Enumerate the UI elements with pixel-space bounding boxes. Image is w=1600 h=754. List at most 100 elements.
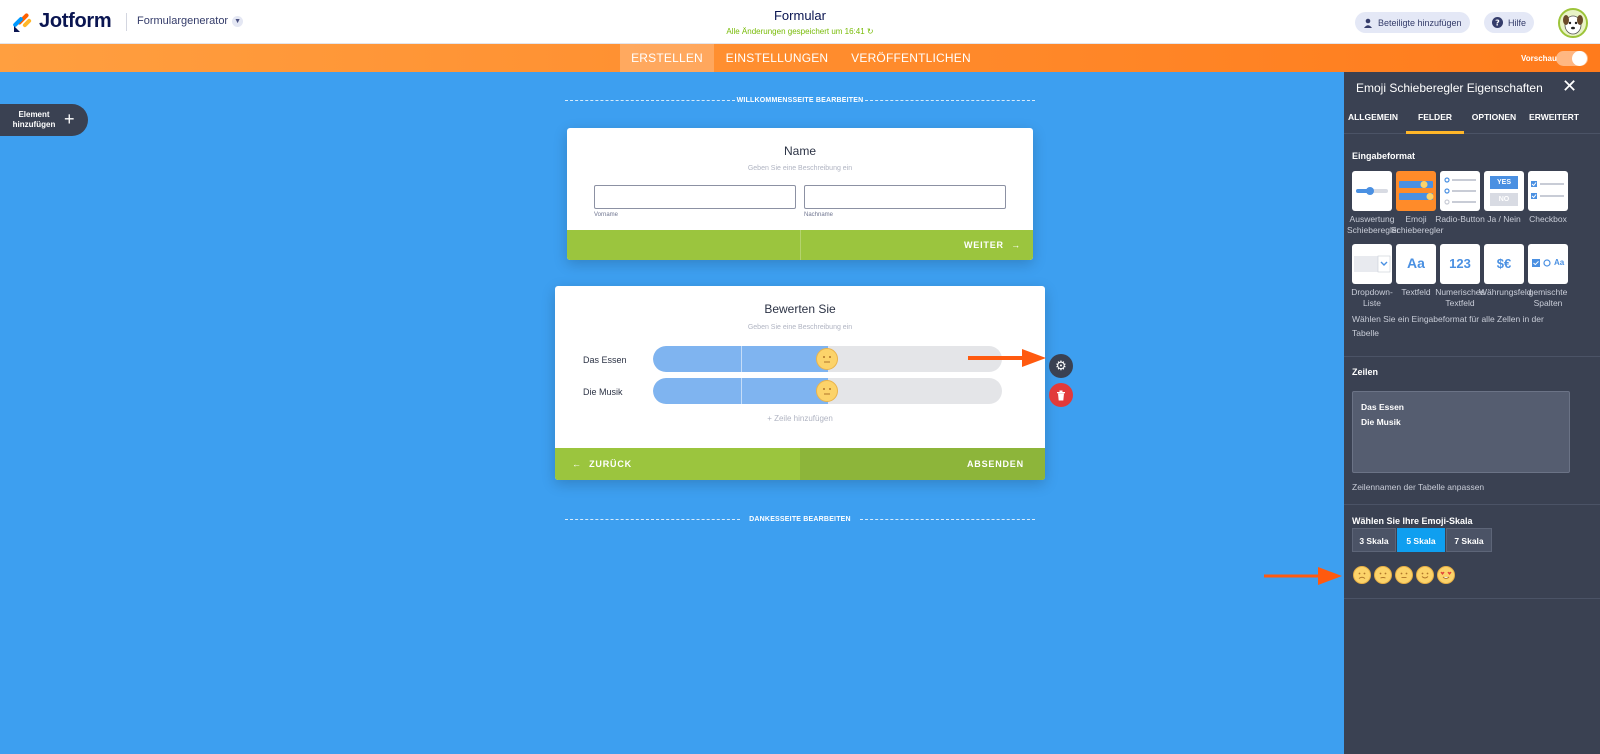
format-label-textfield: Textfeld bbox=[1401, 287, 1431, 297]
add-participants-button[interactable]: Beteiligte hinzufügen bbox=[1355, 12, 1470, 33]
thanks-divider-left bbox=[565, 519, 740, 520]
format-label-currency: Währungsfeld bbox=[1479, 287, 1532, 297]
emoji-slider-music[interactable] bbox=[653, 378, 1002, 404]
radio-mini-icon bbox=[1543, 258, 1551, 267]
arrow-left-icon: ← bbox=[572, 459, 582, 469]
rating-question-description[interactable]: Geben Sie eine Beschreibung ein bbox=[555, 324, 1045, 331]
tab-fields[interactable]: FELDER bbox=[1406, 102, 1464, 134]
trash-icon bbox=[1057, 390, 1065, 400]
help-button[interactable]: ? Hilfe bbox=[1484, 12, 1535, 33]
panel-divider bbox=[1344, 598, 1600, 599]
tab-general[interactable]: ALLGEMEIN bbox=[1344, 102, 1402, 134]
tab-advanced[interactable]: ERWEITERT bbox=[1524, 102, 1584, 134]
form-title[interactable]: Formular bbox=[700, 8, 900, 23]
panel-header: Emoji Schieberegler Eigenschaften ✕ bbox=[1344, 72, 1600, 102]
format-textfield[interactable]: Aa bbox=[1396, 244, 1436, 284]
delete-field-button[interactable] bbox=[1049, 383, 1073, 407]
gear-icon: ⚙ bbox=[1055, 358, 1067, 373]
form-generator-dropdown[interactable]: Formulargenerator ▼ bbox=[137, 15, 244, 27]
tab-settings[interactable]: EINSTELLUNGEN bbox=[720, 44, 834, 72]
close-icon[interactable]: ✕ bbox=[1562, 76, 1577, 97]
field-settings-button[interactable]: ⚙ bbox=[1049, 354, 1073, 378]
currency-icon: $€ bbox=[1496, 256, 1512, 271]
format-label-radio: Radio-Button bbox=[1435, 214, 1485, 224]
rating-question-card[interactable]: Bewerten Sie Geben Sie eine Beschreibung… bbox=[555, 286, 1045, 480]
panel-tabs: ALLGEMEIN FELDER OPTIONEN ERWEITERT bbox=[1344, 102, 1600, 134]
header-divider bbox=[126, 13, 127, 31]
top-bar: Jotform Formulargenerator ▼ Formular All… bbox=[0, 0, 1600, 44]
name-question-description[interactable]: Geben Sie eine Beschreibung ein bbox=[567, 165, 1033, 172]
name-question-title[interactable]: Name bbox=[567, 144, 1033, 158]
format-emoji-slider[interactable] bbox=[1396, 171, 1436, 211]
annotation-arrow-to-emoji-scale bbox=[1264, 567, 1342, 585]
annotation-arrow-to-settings bbox=[968, 349, 1046, 367]
preview-toggle-knob bbox=[1572, 51, 1587, 66]
format-label-emoji-slider: Emoji Schieberegler bbox=[1391, 214, 1444, 235]
love-emoji-icon bbox=[1437, 566, 1455, 584]
scale-7-button[interactable]: 7 Skala bbox=[1446, 528, 1492, 552]
last-name-input[interactable] bbox=[804, 185, 1006, 209]
submit-button[interactable]: ABSENDEN bbox=[967, 459, 1024, 469]
name-question-card[interactable]: Name Geben Sie eine Beschreibung ein Vor… bbox=[567, 128, 1033, 260]
refresh-icon: ↻ bbox=[866, 27, 874, 36]
add-element-button[interactable]: Element hinzufügen + bbox=[0, 104, 88, 136]
format-label-rating-slider: Auswertung Schieberegler bbox=[1347, 214, 1400, 235]
tab-publish[interactable]: VERÖFFENTLICHEN bbox=[846, 44, 976, 72]
no-chip: NO bbox=[1490, 193, 1518, 206]
rating-card-footer: ← ZURÜCK ABSENDEN bbox=[555, 448, 1045, 480]
emoji-slider-food[interactable] bbox=[653, 346, 1002, 372]
rating-question-title[interactable]: Bewerten Sie bbox=[555, 302, 1045, 316]
welcome-divider-left bbox=[565, 100, 735, 101]
rows-help: Zeilennamen der Tabelle anpassen bbox=[1352, 482, 1485, 492]
radio-icon bbox=[1444, 177, 1476, 205]
avatar-dog-icon bbox=[1563, 15, 1583, 35]
edit-thank-you-page-link[interactable]: DANKESSEITE BEARBEITEN bbox=[740, 516, 860, 523]
last-name-sublabel: Nachname bbox=[804, 212, 834, 218]
slider-tick bbox=[741, 378, 742, 404]
person-icon bbox=[1364, 18, 1372, 28]
generator-label: Formulargenerator bbox=[137, 15, 229, 27]
format-label-yes-no: Ja / Nein bbox=[1487, 214, 1521, 224]
format-label-numeric: Numerisches Textfeld bbox=[1435, 287, 1485, 308]
dropdown-icon bbox=[1354, 255, 1391, 273]
preview-toggle[interactable] bbox=[1556, 51, 1588, 66]
tab-options[interactable]: OPTIONEN bbox=[1464, 102, 1524, 134]
back-button[interactable]: ← ZURÜCK bbox=[572, 459, 632, 469]
format-yes-no[interactable]: YES NO bbox=[1484, 171, 1524, 211]
edit-welcome-page-link[interactable]: WILLKOMMENSSEITE BEARBEITEN bbox=[730, 97, 870, 104]
rows-title: Zeilen bbox=[1352, 367, 1379, 377]
neutral-emoji-icon[interactable] bbox=[816, 380, 838, 402]
textfield-icon: Aa bbox=[1407, 255, 1425, 271]
slider-icon bbox=[1356, 187, 1388, 195]
format-mixed-columns[interactable]: Aa bbox=[1528, 244, 1568, 284]
neutral-emoji-icon[interactable] bbox=[816, 348, 838, 370]
format-rating-slider[interactable] bbox=[1352, 171, 1392, 211]
happy-emoji-icon bbox=[1416, 566, 1434, 584]
first-name-sublabel: Vorname bbox=[594, 212, 619, 218]
jotform-logo[interactable]: Jotform bbox=[12, 10, 112, 33]
saved-status: Alle Änderungen gespeichert um 16:41 ↻ bbox=[650, 27, 950, 36]
plus-icon: + bbox=[64, 109, 75, 129]
panel-divider bbox=[1344, 356, 1600, 357]
add-row-link[interactable]: + Zeile hinzufügen bbox=[555, 414, 1045, 423]
format-dropdown[interactable] bbox=[1352, 244, 1392, 284]
scale-3-button[interactable]: 3 Skala bbox=[1352, 528, 1396, 552]
next-button[interactable]: WEITER → bbox=[964, 240, 1021, 250]
footer-divider bbox=[800, 230, 801, 260]
first-name-input[interactable] bbox=[594, 185, 796, 209]
arrow-right-icon: → bbox=[1011, 240, 1021, 250]
row-label-music: Die Musik bbox=[583, 387, 623, 397]
format-radio-button[interactable] bbox=[1440, 171, 1480, 211]
tab-create[interactable]: ERSTELLEN bbox=[620, 44, 714, 72]
neutral-emoji-icon bbox=[1395, 566, 1413, 584]
scale-5-button[interactable]: 5 Skala bbox=[1397, 528, 1445, 552]
user-avatar[interactable] bbox=[1558, 8, 1588, 38]
saved-status-text: Alle Änderungen gespeichert um 16:41 bbox=[726, 27, 865, 36]
mixed-columns-icon: Aa bbox=[1532, 258, 1566, 267]
format-checkbox[interactable] bbox=[1528, 171, 1568, 211]
format-currency[interactable]: $€ bbox=[1484, 244, 1524, 284]
rows-textarea[interactable]: Das Essen Die Musik bbox=[1352, 391, 1570, 473]
format-numeric[interactable]: 123 bbox=[1440, 244, 1480, 284]
format-label-checkbox: Checkbox bbox=[1529, 214, 1567, 224]
add-element-label: Element hinzufügen bbox=[12, 110, 56, 129]
